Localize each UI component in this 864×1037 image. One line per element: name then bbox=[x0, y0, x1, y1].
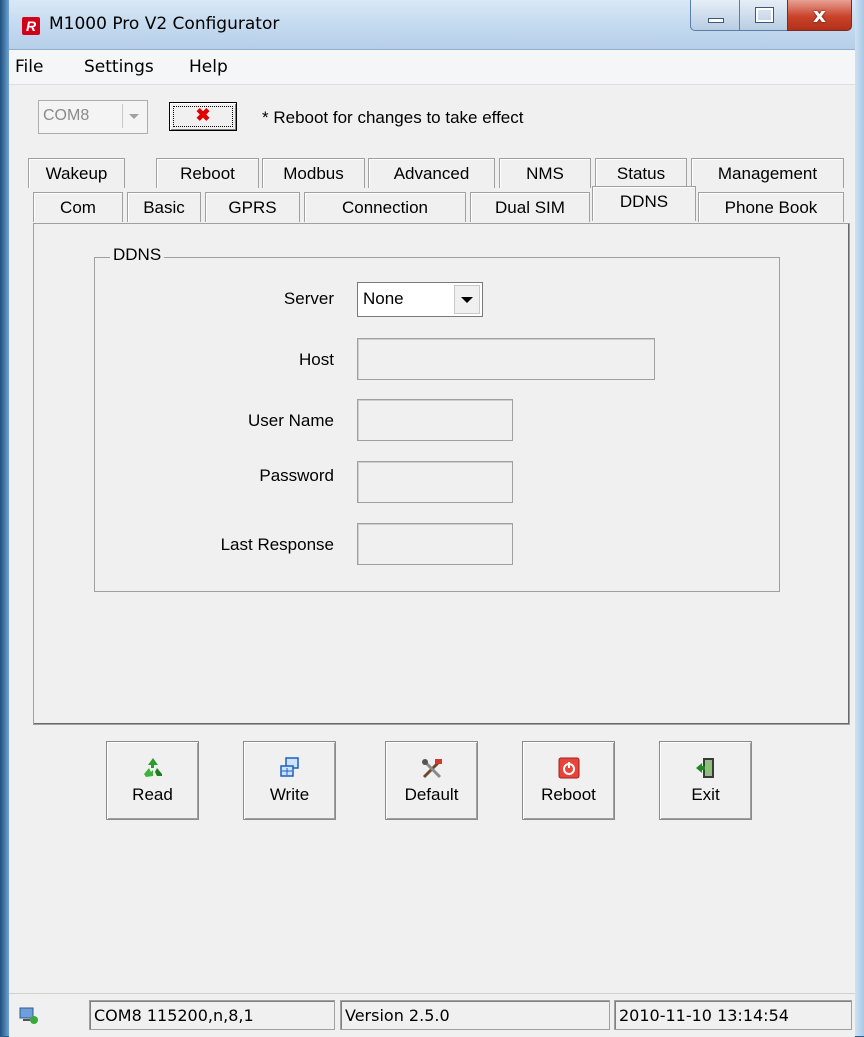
tab-wakeup[interactable]: Wakeup bbox=[28, 158, 125, 188]
write-icon bbox=[244, 756, 335, 782]
username-label: User Name bbox=[248, 411, 334, 430]
title-bar[interactable]: R M1000 Pro V2 Configurator x bbox=[9, 0, 855, 50]
last-response-field bbox=[357, 523, 513, 565]
com-port-value: COM8 bbox=[43, 107, 90, 124]
server-value: None bbox=[363, 289, 404, 308]
read-button[interactable]: Read bbox=[106, 741, 199, 820]
window-left-border bbox=[0, 0, 9, 1036]
tab-gprs[interactable]: GPRS bbox=[205, 192, 300, 222]
menu-settings[interactable]: Settings bbox=[84, 57, 154, 77]
write-button[interactable]: Write bbox=[243, 741, 336, 820]
tab-row-bottom: Com Basic GPRS Connection Dual SIM DDNS … bbox=[28, 186, 844, 222]
menu-file[interactable]: File bbox=[15, 57, 43, 77]
password-label: Password bbox=[259, 466, 334, 485]
reboot-button[interactable]: Reboot bbox=[522, 741, 615, 820]
tab-ddns[interactable]: DDNS bbox=[592, 186, 696, 221]
tab-status[interactable]: Status bbox=[595, 158, 687, 188]
power-icon bbox=[523, 756, 614, 782]
reboot-label: Reboot bbox=[541, 785, 596, 804]
tab-nms[interactable]: NMS bbox=[499, 158, 591, 188]
reboot-note: * Reboot for changes to take effect bbox=[262, 108, 524, 127]
disconnect-button[interactable]: ✖ bbox=[169, 102, 237, 131]
tab-row-top: Wakeup Reboot Modbus Advanced NMS Status… bbox=[28, 158, 844, 188]
app-logo-icon: R bbox=[22, 17, 40, 35]
host-label: Host bbox=[299, 350, 334, 369]
chevron-down-icon[interactable] bbox=[454, 285, 480, 314]
status-port: COM8 115200,n,8,1 bbox=[89, 1000, 335, 1030]
exit-door-icon bbox=[660, 756, 751, 782]
exit-label: Exit bbox=[691, 785, 720, 804]
tab-com[interactable]: Com bbox=[33, 192, 123, 222]
status-version: Version 2.5.0 bbox=[340, 1000, 610, 1030]
menu-bar: File Settings Help bbox=[9, 50, 855, 85]
status-bar: COM8 115200,n,8,1 Version 2.5.0 2010-11-… bbox=[9, 993, 855, 1037]
server-select[interactable]: None bbox=[357, 282, 483, 317]
status-datetime: 2010-11-10 13:14:54 bbox=[614, 1000, 852, 1030]
default-label: Default bbox=[404, 785, 459, 804]
password-field[interactable] bbox=[357, 461, 513, 503]
maximize-button[interactable] bbox=[739, 0, 788, 31]
tab-dual-sim[interactable]: Dual SIM bbox=[470, 192, 590, 222]
host-field[interactable] bbox=[357, 338, 655, 380]
network-status-icon bbox=[19, 1007, 39, 1025]
username-field[interactable] bbox=[357, 399, 513, 441]
app-window: R M1000 Pro V2 Configurator x File Setti… bbox=[0, 0, 864, 1037]
exit-button[interactable]: Exit bbox=[659, 741, 752, 820]
window-title: M1000 Pro V2 Configurator bbox=[49, 14, 280, 34]
menu-help[interactable]: Help bbox=[189, 57, 228, 77]
tools-icon bbox=[386, 756, 477, 782]
window-right-border bbox=[855, 0, 864, 1036]
tab-basic[interactable]: Basic bbox=[127, 192, 201, 222]
write-label: Write bbox=[269, 785, 310, 804]
ddns-group-title: DDNS bbox=[110, 245, 165, 265]
tab-phone-book[interactable]: Phone Book bbox=[698, 192, 844, 222]
red-x-icon: ✖ bbox=[195, 105, 211, 125]
read-label: Read bbox=[132, 785, 173, 804]
close-icon: x bbox=[813, 3, 826, 27]
default-button[interactable]: Default bbox=[385, 741, 478, 820]
minimize-button[interactable] bbox=[690, 0, 740, 31]
chevron-down-icon[interactable] bbox=[122, 104, 145, 128]
tab-modbus[interactable]: Modbus bbox=[262, 158, 365, 188]
last-response-label: Last Response bbox=[220, 535, 334, 554]
tab-management[interactable]: Management bbox=[691, 158, 844, 188]
close-window-button[interactable]: x bbox=[787, 0, 852, 31]
tab-connection[interactable]: Connection bbox=[304, 192, 466, 222]
tab-advanced[interactable]: Advanced bbox=[368, 158, 495, 188]
tab-reboot[interactable]: Reboot bbox=[156, 158, 259, 188]
recycle-icon bbox=[107, 756, 198, 782]
com-port-select[interactable]: COM8 bbox=[38, 100, 148, 134]
server-label: Server bbox=[283, 289, 334, 308]
